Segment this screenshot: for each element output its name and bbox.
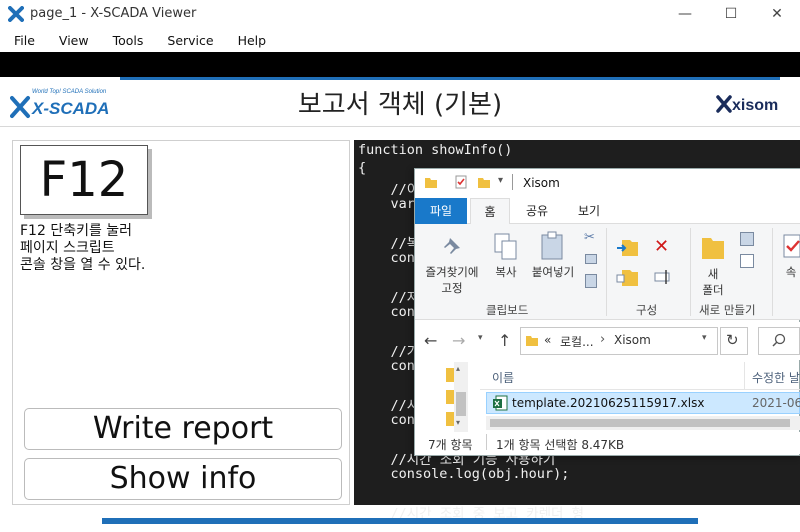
delete-icon[interactable]: ✕ (654, 236, 669, 257)
scroll-down-icon[interactable]: ▾ (456, 418, 460, 427)
ribbon-separator (606, 228, 607, 316)
show-info-button[interactable]: Show info (24, 458, 342, 500)
copy-icon (494, 233, 517, 260)
xisom-logo: xisom (716, 95, 778, 114)
up-arrow-icon[interactable]: ↑ (498, 331, 511, 350)
nav-folder-icon (446, 390, 454, 404)
breadcrumb-local[interactable]: 로컬... (560, 333, 594, 350)
easy-access-icon[interactable] (740, 254, 754, 268)
page-title: 보고서 객체 (기본) (297, 90, 503, 120)
folder-icon (425, 178, 437, 188)
column-name[interactable]: 이름 (492, 369, 514, 386)
code-line: //시 (358, 398, 420, 414)
tab-view[interactable]: 보기 (566, 198, 612, 224)
column-modified[interactable]: 수정한 날 (752, 369, 800, 386)
properties-check-icon[interactable] (783, 234, 800, 258)
code-line: function showInfo() (358, 142, 513, 158)
column-divider (744, 362, 745, 390)
address-overflow[interactable]: « (544, 333, 551, 347)
paste-icon (541, 231, 563, 260)
pin-label[interactable]: 즐겨찾기에 고정 (420, 264, 484, 296)
toolbar-band (0, 52, 800, 77)
menu-tools[interactable]: Tools (113, 33, 144, 48)
forward-arrow-icon[interactable]: → (452, 331, 465, 350)
file-modified: 2021-06 (752, 396, 800, 410)
code-line: var (358, 196, 415, 212)
excel-file-icon (493, 395, 508, 411)
app-icon (8, 6, 24, 22)
ribbon-separator (772, 228, 773, 316)
svg-text:xisom: xisom (732, 97, 778, 114)
scroll-up-icon[interactable]: ▴ (456, 364, 460, 373)
pin-icon (444, 238, 460, 254)
status-item-count: 7개 항목 (428, 438, 473, 452)
close-button[interactable]: ✕ (754, 0, 800, 28)
properties-icon[interactable] (454, 175, 468, 189)
description-line: 콘솔 창을 열 수 있다. (20, 257, 146, 273)
paste-shortcut-icon[interactable] (585, 274, 597, 288)
paste-button[interactable]: 붙여넣기 (526, 264, 580, 280)
address-dropdown-icon[interactable]: ▾ (702, 333, 707, 343)
new-group-label: 새로 만들기 (699, 303, 756, 317)
recent-locations-icon[interactable]: ▾ (478, 333, 483, 343)
new-item-icon[interactable] (740, 232, 754, 246)
status-divider (486, 434, 487, 450)
nav-scrollbar-thumb[interactable] (456, 392, 466, 416)
header-accent-strip (120, 77, 780, 80)
tab-home[interactable]: 홈 (470, 198, 510, 224)
menu-help[interactable]: Help (238, 33, 267, 48)
maximize-button[interactable]: ☐ (708, 0, 754, 28)
ribbon-separator (690, 228, 691, 316)
new-folder-icon[interactable] (477, 175, 491, 189)
title-separator (512, 174, 513, 190)
breadcrumb-xisom[interactable]: Xisom (614, 333, 651, 347)
refresh-icon: ↻ (726, 331, 739, 349)
properties-label[interactable]: 속 (782, 264, 800, 280)
organize-group-label: 구성 (636, 303, 658, 317)
file-name[interactable]: template.20210625115917.xlsx (512, 396, 704, 410)
rename-icon[interactable] (654, 268, 674, 286)
code-line: //이 (358, 182, 420, 198)
breadcrumb-separator: › (600, 332, 606, 347)
menu-bar: File View Tools Service Help (0, 28, 800, 52)
cut-icon[interactable]: ✂ (584, 230, 595, 245)
bottom-accent-bar (102, 518, 698, 524)
window-title: page_1 - X-SCADA Viewer (30, 6, 197, 21)
description-line: F12 단축키를 눌러 (20, 223, 133, 239)
explorer-title-bar (415, 169, 800, 198)
move-to-icon[interactable] (616, 238, 640, 258)
copy-path-icon[interactable] (585, 254, 597, 264)
menu-file[interactable]: File (14, 33, 35, 48)
copy-button[interactable]: 복사 (488, 264, 524, 280)
back-arrow-icon[interactable]: ← (424, 331, 437, 350)
nav-folder-icon (446, 412, 454, 426)
tab-share[interactable]: 공유 (514, 198, 560, 224)
copy-to-icon[interactable] (616, 268, 640, 288)
code-line: //복 (358, 236, 420, 252)
status-selection: 1개 항목 선택함 8.47KB (496, 438, 625, 452)
search-icon (772, 333, 786, 347)
menu-service[interactable]: Service (167, 33, 213, 48)
code-line: { (358, 160, 367, 176)
code-line: //저 (358, 290, 420, 306)
clipboard-group-label: 클립보드 (486, 303, 529, 317)
f12-description: F12 단축키를 눌러 페이지 스크립트 콘솔 창을 열 수 있다. (20, 223, 320, 274)
explorer-title: Xisom (523, 176, 560, 190)
description-line: 페이지 스크립트 (20, 240, 115, 256)
new-folder-big-icon (702, 238, 724, 259)
minimize-button[interactable]: — (662, 0, 708, 28)
new-folder-button[interactable]: 새 폴더 (696, 266, 730, 298)
horizontal-scrollbar-thumb[interactable] (490, 419, 790, 427)
menu-view[interactable]: View (59, 33, 89, 48)
write-report-button[interactable]: Write report (24, 408, 342, 450)
address-folder-icon (526, 336, 538, 346)
nav-folder-icon (446, 368, 454, 382)
code-line: console.log(obj.hour); (358, 466, 570, 482)
tab-file[interactable]: 파일 (415, 198, 467, 224)
f12-key-label: F12 (39, 152, 129, 208)
code-line: //가 (358, 344, 420, 360)
quick-access-dropdown-icon[interactable]: ▾ (498, 175, 503, 186)
